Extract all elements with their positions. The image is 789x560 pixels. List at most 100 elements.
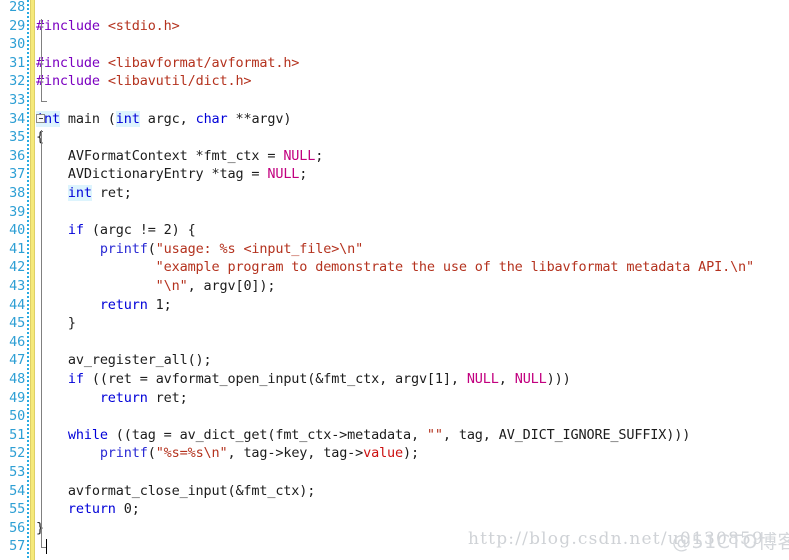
token-44-1: return — [99, 296, 148, 313]
token-31-1: <libavformat/avformat.h> — [107, 54, 300, 71]
line-number-31: 31 — [9, 54, 25, 71]
code-line-42[interactable]: "example program to demonstrate the use … — [36, 258, 754, 277]
token-44-2: 1; — [147, 296, 172, 313]
token-31-0: #include — [36, 54, 108, 71]
token-44-0 — [36, 297, 100, 313]
line-number-33: 33 — [9, 92, 25, 108]
code-line-53[interactable] — [36, 463, 44, 482]
token-34-2: int — [115, 110, 140, 127]
token-49-1: return — [99, 389, 148, 406]
token-55-1: return — [67, 501, 116, 518]
code-text-area[interactable]: #include <stdio.h> #include <libavformat… — [36, 0, 789, 560]
token-48-1: if — [67, 371, 84, 387]
token-54-0: avformat_close_input(&fmt_ctx); — [36, 482, 316, 499]
line-number-52: 52 — [9, 445, 25, 462]
code-line-50[interactable] — [36, 407, 44, 426]
line-number-54: 54 — [9, 482, 25, 499]
token-32-1: <libavutil/dict.h> — [107, 73, 252, 90]
token-29-1: <stdio.h> — [107, 17, 180, 34]
token-36-1: NULL — [283, 147, 316, 164]
line-number-46: 46 — [9, 333, 25, 350]
line-number-49: 49 — [9, 389, 25, 406]
token-51-2: ((tag = av_dict_get(fmt_ctx->metadata, — [107, 426, 427, 443]
token-43-2: , argv[0]); — [187, 278, 276, 294]
token-51-4: , tag, AV_DICT_IGNORE_SUFFIX))) — [442, 426, 691, 443]
code-line-49[interactable]: return ret; — [36, 389, 188, 408]
token-32-0: #include — [36, 73, 108, 90]
token-43-1: "\n" — [155, 278, 188, 294]
code-line-44[interactable]: return 1; — [36, 296, 172, 315]
token-48-3: NULL — [466, 371, 499, 387]
line-number-37: 37 — [9, 166, 25, 183]
code-line-54[interactable]: avformat_close_input(&fmt_ctx); — [36, 482, 315, 501]
token-42-1: "example program to demonstrate the use … — [155, 259, 754, 276]
token-41-1: printf — [99, 240, 148, 257]
token-51-3: "" — [426, 426, 443, 443]
token-55-2: 0; — [115, 501, 140, 518]
code-line-35[interactable]: { — [36, 128, 44, 147]
line-number-42: 42 — [9, 259, 25, 276]
code-line-32[interactable]: #include <libavutil/dict.h> — [36, 72, 252, 91]
line-number-28: 28 — [9, 0, 25, 15]
code-line-28[interactable] — [36, 0, 44, 17]
code-line-29[interactable]: #include <stdio.h> — [36, 17, 180, 36]
token-52-6: ); — [403, 445, 419, 462]
line-number-56: 56 — [9, 519, 25, 536]
code-line-56[interactable]: } — [36, 519, 44, 538]
code-line-31[interactable]: #include <libavformat/avformat.h> — [36, 54, 299, 73]
line-number-30: 30 — [9, 36, 25, 53]
code-line-48[interactable]: if ((ret = avformat_open_input(&fmt_ctx,… — [36, 370, 571, 389]
change-bar-right-edge — [34, 0, 35, 560]
token-36-0: AVFormatContext *fmt_ctx = — [36, 147, 284, 164]
token-41-2: ( — [147, 240, 156, 257]
token-38-2: ret; — [91, 185, 132, 201]
token-37-1: NULL — [267, 166, 300, 183]
code-line-40[interactable]: if (argc != 2) { — [36, 221, 196, 240]
code-line-30[interactable] — [36, 35, 44, 54]
token-48-2: ((ret = avformat_open_input(&fmt_ctx, ar… — [83, 371, 467, 387]
code-line-52[interactable]: printf("%s=%s\n", tag->key, tag->value); — [36, 444, 419, 463]
token-41-3: "usage: %s <input_file>\n" — [155, 240, 364, 257]
line-number-45: 45 — [9, 315, 25, 332]
token-51-1: while — [67, 426, 108, 443]
token-52-4: , tag->key, tag-> — [227, 445, 364, 462]
token-41-0 — [36, 241, 100, 257]
line-number-29: 29 — [9, 17, 25, 34]
code-line-47[interactable]: av_register_all(); — [36, 351, 212, 370]
code-line-55[interactable]: return 0; — [36, 500, 140, 519]
code-line-39[interactable] — [36, 203, 44, 222]
gutter-separator-dotted-line — [27, 0, 29, 560]
token-49-0 — [36, 390, 100, 406]
line-number-53: 53 — [9, 464, 25, 480]
token-48-4: , — [498, 371, 515, 387]
line-number-50: 50 — [9, 408, 25, 425]
collapse-expand-box-icon[interactable] — [36, 113, 45, 123]
indent-guide — [41, 18, 42, 101]
code-line-38[interactable]: int ret; — [36, 184, 132, 203]
token-34-1: main ( — [59, 110, 116, 127]
code-line-51[interactable]: while ((tag = av_dict_get(fmt_ctx->metad… — [36, 426, 690, 445]
token-42-0 — [36, 259, 156, 275]
line-number-55: 55 — [9, 501, 25, 518]
token-43-0 — [36, 278, 156, 294]
token-52-2: ( — [147, 445, 156, 462]
token-35-0: { — [36, 129, 44, 146]
indent-guide — [41, 130, 42, 548]
code-line-34[interactable]: int main (int argc, char **argv) — [36, 110, 291, 129]
token-34-4: char — [195, 110, 228, 127]
line-number-48: 48 — [9, 371, 25, 387]
token-48-6: ))) — [546, 371, 571, 387]
code-line-46[interactable] — [36, 333, 44, 352]
code-line-43[interactable]: "\n", argv[0]); — [36, 277, 276, 296]
token-34-5: **argv) — [227, 110, 292, 127]
code-line-41[interactable]: printf("usage: %s <input_file>\n" — [36, 240, 363, 259]
token-48-5: NULL — [514, 371, 547, 387]
line-number-35: 35 — [9, 129, 25, 146]
code-line-37[interactable]: AVDictionaryEntry *tag = NULL; — [36, 165, 308, 184]
code-editor[interactable]: 28 29 30 31 32 33 34 35 36 37 38 39 40 41 42 43 44 45 46 47… — [0, 0, 789, 560]
code-line-36[interactable]: AVFormatContext *fmt_ctx = NULL; — [36, 147, 323, 166]
token-40-2: (argc != 2) { — [83, 222, 196, 239]
line-number-34: 34 — [9, 110, 25, 127]
line-number-43: 43 — [9, 278, 25, 294]
line-number-gutter[interactable]: 28 29 30 31 32 33 34 35 36 37 38 39 40 41 42 43 44 45 46 47… — [0, 0, 27, 560]
